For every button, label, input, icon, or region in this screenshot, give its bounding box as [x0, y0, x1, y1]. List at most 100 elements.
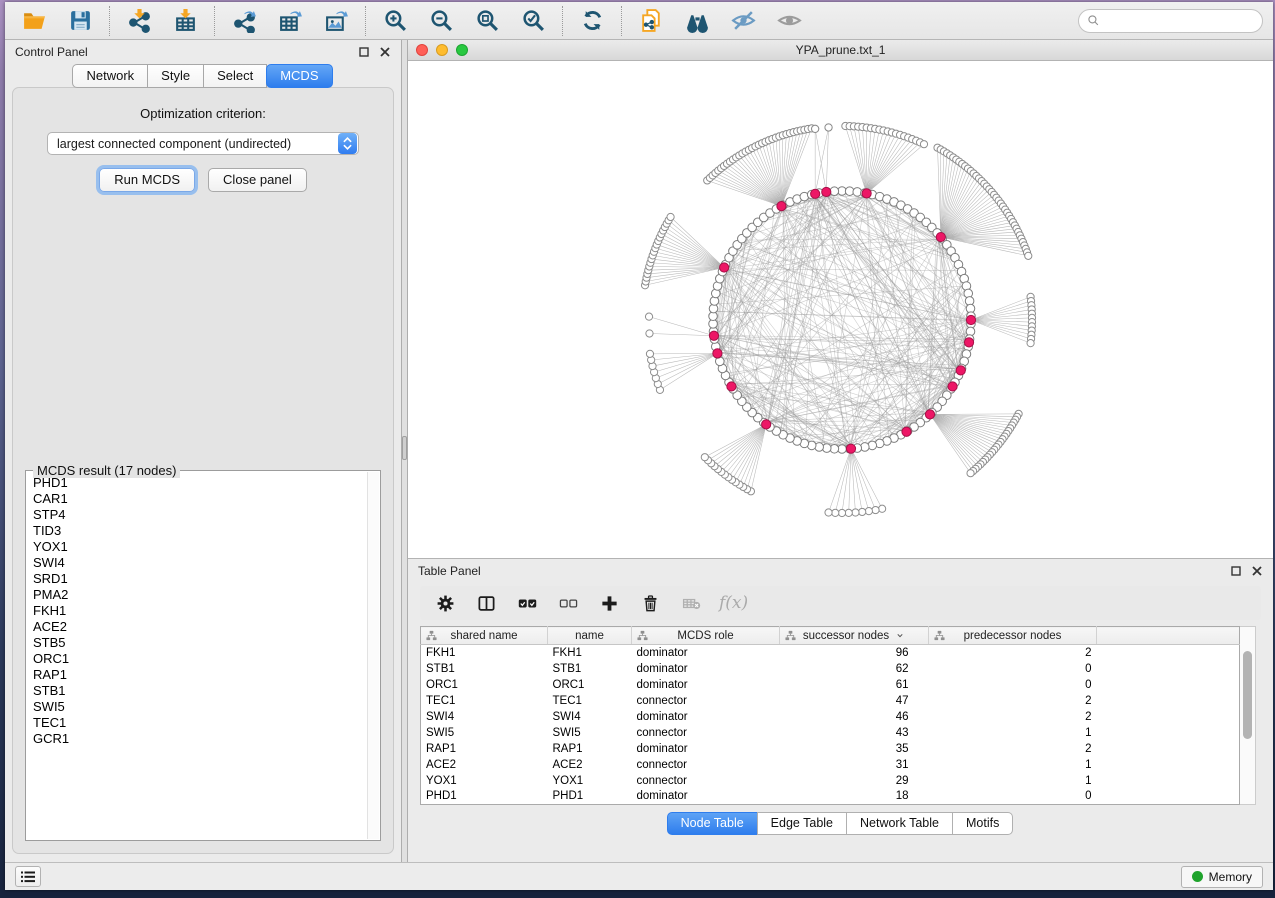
result-node-item[interactable]: RAP1: [33, 667, 366, 683]
graph-node[interactable]: [720, 263, 729, 272]
graph-node[interactable]: [1025, 252, 1032, 259]
graph-node[interactable]: [832, 509, 839, 516]
share-document-button[interactable]: [636, 6, 666, 36]
table-row[interactable]: TEC1TEC1connector472: [421, 693, 1240, 709]
close-table-panel-button[interactable]: [1251, 565, 1263, 577]
graph-node[interactable]: [822, 187, 831, 196]
network-canvas[interactable]: [408, 61, 1273, 559]
graph-node[interactable]: [964, 338, 973, 347]
table-settings-button[interactable]: [432, 590, 458, 616]
delete-table-button[interactable]: [678, 590, 704, 616]
export-image-button[interactable]: [321, 6, 351, 36]
graph-node[interactable]: [825, 124, 832, 131]
graph-node[interactable]: [713, 349, 722, 358]
result-node-item[interactable]: TEC1: [33, 715, 366, 731]
show-hidden-button[interactable]: [774, 6, 804, 36]
graph-node[interactable]: [667, 213, 674, 220]
graph-node[interactable]: [701, 454, 708, 461]
graph-node[interactable]: [865, 508, 872, 515]
column-header-shared-name[interactable]: shared name: [421, 627, 548, 645]
graph-node[interactable]: [646, 350, 653, 357]
graph-node[interactable]: [956, 366, 965, 375]
delete-column-button[interactable]: [637, 590, 663, 616]
column-header-MCDS-role[interactable]: MCDS role: [632, 627, 780, 645]
close-panel-button-mcds[interactable]: Close panel: [208, 168, 307, 192]
column-header-name[interactable]: name: [548, 627, 632, 645]
table-row[interactable]: ORC1ORC1dominator610: [421, 677, 1240, 693]
graph-node[interactable]: [709, 331, 718, 340]
tab-network[interactable]: Network: [72, 64, 148, 88]
refresh-layout-button[interactable]: [577, 6, 607, 36]
graph-node[interactable]: [645, 313, 652, 320]
select-all-button[interactable]: [514, 590, 540, 616]
split-panel-button[interactable]: [473, 590, 499, 616]
tab-node-table[interactable]: Node Table: [667, 812, 758, 835]
table-row[interactable]: ACE2ACE2connector311: [421, 757, 1240, 773]
result-node-item[interactable]: CAR1: [33, 491, 366, 507]
column-header-predecessor-nodes[interactable]: predecessor nodes: [929, 627, 1097, 645]
result-node-item[interactable]: STB1: [33, 683, 366, 699]
export-network-button[interactable]: [229, 6, 259, 36]
tab-select[interactable]: Select: [203, 64, 267, 88]
run-mcds-button[interactable]: Run MCDS: [99, 168, 195, 192]
result-node-item[interactable]: PMA2: [33, 587, 366, 603]
graph-node[interactable]: [859, 508, 866, 515]
result-node-item[interactable]: YOX1: [33, 539, 366, 555]
tab-style[interactable]: Style: [147, 64, 204, 88]
deselect-all-button[interactable]: [555, 590, 581, 616]
graph-node[interactable]: [902, 427, 911, 436]
result-node-item[interactable]: ACE2: [33, 619, 366, 635]
column-header-successor-nodes[interactable]: successor nodes: [780, 627, 929, 645]
graph-node[interactable]: [862, 189, 871, 198]
search-input[interactable]: [1105, 14, 1260, 28]
graph-node[interactable]: [872, 506, 879, 513]
import-table-button[interactable]: [170, 6, 200, 36]
result-node-item[interactable]: SWI4: [33, 555, 366, 571]
table-row[interactable]: RAP1RAP1dominator352: [421, 741, 1240, 757]
graph-node[interactable]: [879, 505, 886, 512]
graph-node[interactable]: [966, 315, 975, 324]
float-table-panel-button[interactable]: [1230, 565, 1242, 577]
graph-node[interactable]: [838, 509, 845, 516]
graph-node[interactable]: [812, 125, 819, 132]
result-node-item[interactable]: SRD1: [33, 571, 366, 587]
graph-node[interactable]: [646, 330, 653, 337]
graph-node[interactable]: [967, 470, 974, 477]
float-panel-button[interactable]: [358, 46, 370, 58]
tab-network-table[interactable]: Network Table: [846, 812, 953, 835]
optimization-criterion-dropdown[interactable]: largest connected component (undirected): [47, 132, 359, 155]
table-row[interactable]: STB1STB1dominator620: [421, 661, 1240, 677]
graph-node[interactable]: [825, 509, 832, 516]
graph-node[interactable]: [852, 509, 859, 516]
function-builder-icon[interactable]: f(x): [719, 593, 748, 613]
table-row[interactable]: YOX1YOX1connector291: [421, 773, 1240, 789]
result-node-item[interactable]: STP4: [33, 507, 366, 523]
table-scrollbar[interactable]: [1240, 626, 1256, 805]
graph-node[interactable]: [845, 509, 852, 516]
zoom-out-button[interactable]: [426, 6, 456, 36]
open-file-button[interactable]: [19, 6, 49, 36]
task-history-button[interactable]: [15, 866, 41, 887]
graph-node[interactable]: [727, 382, 736, 391]
add-column-button[interactable]: [596, 590, 622, 616]
zoom-fit-button[interactable]: [472, 6, 502, 36]
graph-node[interactable]: [936, 232, 945, 241]
graph-node[interactable]: [948, 382, 957, 391]
result-node-item[interactable]: TID3: [33, 523, 366, 539]
graph-node[interactable]: [1027, 340, 1034, 347]
save-button[interactable]: [65, 6, 95, 36]
graph-node[interactable]: [830, 187, 839, 196]
table-row[interactable]: SWI4SWI4dominator462: [421, 709, 1240, 725]
scrollbar-thumb[interactable]: [1243, 651, 1252, 739]
tab-motifs[interactable]: Motifs: [952, 812, 1013, 835]
hide-selected-button[interactable]: [728, 6, 758, 36]
zoom-in-button[interactable]: [380, 6, 410, 36]
graph-node[interactable]: [925, 410, 934, 419]
result-node-item[interactable]: GCR1: [33, 731, 366, 747]
network-overview-button[interactable]: [682, 6, 712, 36]
table-row[interactable]: FKH1FKH1dominator962: [421, 645, 1240, 661]
tab-edge-table[interactable]: Edge Table: [757, 812, 847, 835]
import-network-button[interactable]: [124, 6, 154, 36]
result-node-item[interactable]: FKH1: [33, 603, 366, 619]
graph-node[interactable]: [920, 141, 927, 148]
